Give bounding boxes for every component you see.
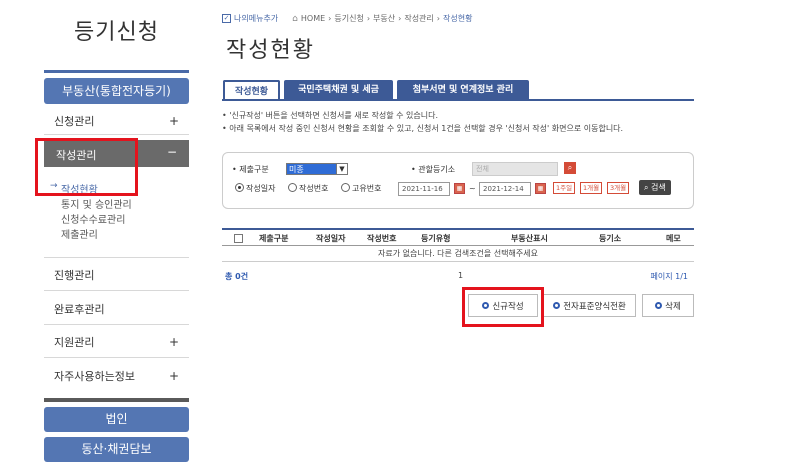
tab-underline [222,99,694,101]
sidebar-item-favorites[interactable]: 자주사용하는정보 + [44,368,189,384]
period-1month-button[interactable]: 1개월 [580,182,603,194]
expand-icon[interactable]: + [169,369,179,383]
breadcrumb-current: 작성현황 [442,14,473,23]
select-all-checkbox[interactable] [234,234,243,243]
submit-type-label: • 제출구분 [232,165,269,174]
col-created-date: 작성일자 [316,234,346,243]
registry-label: • 관할등기소 [411,165,456,174]
movable-collateral-button[interactable]: 동산·채권담보 [44,437,189,462]
help-note: • '신규작성' 버튼을 선택하면 신청서를 새로 작성할 수 있습니다. [222,111,439,120]
highlight-box [35,138,138,196]
radio-created-date[interactable]: 작성일자 [235,183,275,194]
submenu-item-fee[interactable]: 신청수수료관리 [44,211,189,226]
search-button-label: 검색 [651,183,666,192]
sidebar-item-label: 진행관리 [54,269,95,282]
radio-label: 고유번호 [352,184,382,193]
period-3month-button[interactable]: 3개월 [607,182,630,194]
breadcrumb: ✓ 나의메뉴추가 ⌂ HOME › 등기신청 › 부동산 › 작성관리 › 작성현황 [222,13,473,24]
date-separator: ~ [469,184,476,193]
radio-unique-number[interactable]: 고유번호 [341,183,381,194]
table-header: 제출구분 작성일자 작성번호 등기유형 부동산표시 등기소 메모 [222,228,694,246]
breadcrumb-registry[interactable]: 등기신청 [334,13,363,24]
total-count: 총 0건 [225,272,249,281]
col-property: 부동산표시 [511,234,548,243]
menu-divider [44,290,189,291]
sidebar-item-after[interactable]: 완료후관리 [44,301,189,317]
tab-bonds-tax[interactable]: 국민주택채권 및 세금 [284,80,393,100]
sidebar-item-apply[interactable]: 신청관리 + [44,113,189,129]
collapse-icon[interactable]: − [167,145,177,159]
convert-form-button[interactable]: 전자표준양식전환 [543,294,636,317]
breadcrumb-write[interactable]: 작성관리 [404,13,433,24]
radio-label: 작성번호 [299,184,329,193]
delete-button[interactable]: 삭제 [642,294,694,317]
menu-divider [44,357,189,358]
breadcrumb-realestate[interactable]: 부동산 [373,13,395,24]
search-icon: ⌕ [644,183,649,192]
sidebar-item-label: 완료후관리 [54,303,105,316]
breadcrumb-home[interactable]: HOME [301,14,325,23]
date-to-input[interactable]: 2021-12-14 [479,182,531,196]
radio-created-number[interactable]: 작성번호 [288,183,328,194]
submenu-item-notify[interactable]: 통지 및 승인관리 [44,196,189,211]
col-memo: 메모 [666,234,681,243]
col-registry-type: 등기유형 [421,234,451,243]
button-label: 전자표준양식전환 [563,301,626,312]
radio-button[interactable] [341,183,350,192]
submit-type-select[interactable]: 미종 ▼ [286,163,348,175]
search-panel [222,152,694,209]
page-info: 페이지 1/1 [650,272,689,281]
date-from-input[interactable]: 2021-11-16 [398,182,450,196]
circle-icon [553,302,561,309]
sidebar-bottom-divider [44,398,189,402]
expand-icon[interactable]: + [169,335,179,349]
search-button[interactable]: ⌕ 검색 [639,180,671,195]
tab-attachments[interactable]: 첨부서면 및 연계정보 관리 [397,80,529,100]
button-label: 삭제 [665,301,681,312]
menu-divider [44,257,189,258]
period-1week-button[interactable]: 1주일 [553,182,576,194]
add-favorite-link[interactable]: 나의메뉴추가 [234,13,278,24]
sidebar-item-support[interactable]: 지원관리 + [44,334,189,350]
home-icon[interactable]: ⌂ [292,14,298,24]
menu-divider [44,324,189,325]
col-submit-type: 제출구분 [259,234,289,243]
corporate-button[interactable]: 법인 [44,407,189,432]
radio-label: 작성일자 [246,184,276,193]
calendar-icon[interactable]: ▦ [535,183,546,194]
sidebar-divider [44,70,189,73]
sidebar-item-label: 지원관리 [54,336,95,349]
sidebar-title: 등기신청 [74,20,159,45]
checkbox-icon[interactable]: ✓ [222,14,231,23]
col-registry-office: 등기소 [599,234,622,243]
col-created-number: 작성번호 [367,234,397,243]
submenu-item-submit[interactable]: 제출관리 [44,226,189,241]
search-icon[interactable]: ⌕ [564,162,576,174]
pager-current-page[interactable]: 1 [458,271,463,280]
expand-icon[interactable]: + [169,114,179,128]
select-value: 미종 [287,164,336,174]
radio-button[interactable] [288,183,297,192]
radio-button[interactable] [235,183,244,192]
tab-status[interactable]: 작성현황 [223,80,280,100]
circle-icon [655,302,663,309]
registry-input[interactable]: 전체 [472,162,558,176]
help-note: • 아래 목록에서 작성 중인 신청서 현황을 조회할 수 있고, 신청서 1건… [222,124,624,133]
sidebar-item-label: 신청관리 [54,115,95,128]
sidebar-main-button[interactable]: 부동산(통합전자등기) [44,78,189,104]
highlight-box [462,287,544,327]
menu-divider [44,134,189,135]
chevron-down-icon: ▼ [336,164,347,174]
sidebar-item-progress[interactable]: 진행관리 [44,267,189,283]
empty-row: 자료가 없습니다. 다른 검색조건을 선택해주세요 [222,246,694,262]
calendar-icon[interactable]: ▦ [454,183,465,194]
page-title: 작성현황 [226,38,315,63]
sidebar-item-label: 자주사용하는정보 [54,370,135,383]
